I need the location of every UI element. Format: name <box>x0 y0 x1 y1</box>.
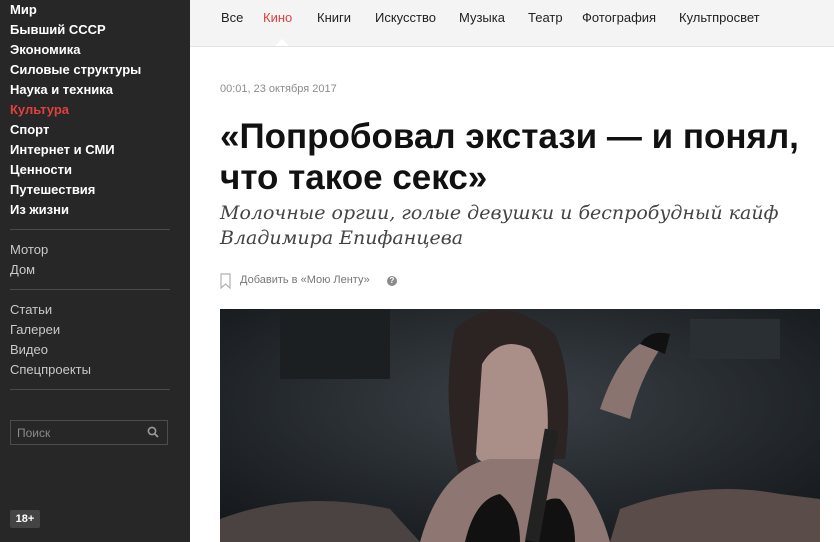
sidebar-item-culture[interactable]: Культура <box>10 100 141 120</box>
sidebar-divider <box>10 389 170 390</box>
search-icon[interactable] <box>147 426 159 438</box>
sidebar-item-values[interactable]: Ценности <box>10 160 141 180</box>
sidebar-item-ussr[interactable]: Бывший СССР <box>10 20 141 40</box>
tab-theatre[interactable]: Театр <box>528 0 563 36</box>
tab-cinema[interactable]: Кино <box>263 0 292 36</box>
sidebar-item-sport[interactable]: Спорт <box>10 120 141 140</box>
bookmark-icon <box>220 273 231 289</box>
sidebar-item-video[interactable]: Видео <box>10 340 91 360</box>
sidebar-divider <box>10 289 170 290</box>
article-photo <box>220 309 820 542</box>
tab-photo[interactable]: Фотография <box>582 0 656 36</box>
sidebar-divider <box>10 229 170 230</box>
tab-all[interactable]: Все <box>221 0 243 36</box>
sidebar-item-life[interactable]: Из жизни <box>10 200 141 220</box>
sidebar-item-motor[interactable]: Мотор <box>10 240 48 260</box>
sidebar-item-internet[interactable]: Интернет и СМИ <box>10 140 141 160</box>
sidebar-item-specials[interactable]: Спецпроекты <box>10 360 91 380</box>
search-input[interactable] <box>11 421 147 444</box>
tab-art[interactable]: Искусство <box>375 0 436 36</box>
sidebar-item-security[interactable]: Силовые структуры <box>10 60 141 80</box>
article-subtitle: Молочные оргии, голые девушки и беспробу… <box>220 202 779 249</box>
sidebar-item-articles[interactable]: Статьи <box>10 300 91 320</box>
sidebar: Мир Бывший СССР Экономика Силовые структ… <box>0 0 190 542</box>
article-title: «Попробовал экстази — и понял, что такое… <box>220 117 799 197</box>
sidebar-sections: Мир Бывший СССР Экономика Силовые структ… <box>10 0 141 220</box>
add-to-feed-label: Добавить в «Мою Ленту» <box>240 274 370 286</box>
search-box <box>10 420 168 445</box>
article-photo-image <box>220 309 820 542</box>
tab-books[interactable]: Книги <box>317 0 351 36</box>
sidebar-item-travel[interactable]: Путешествия <box>10 180 141 200</box>
help-icon[interactable]: ? <box>387 276 397 286</box>
tab-music[interactable]: Музыка <box>459 0 505 36</box>
tab-kultprosvet[interactable]: Культпросвет <box>679 0 760 36</box>
sidebar-item-science[interactable]: Наука и техника <box>10 80 141 100</box>
sidebar-formats: Статьи Галереи Видео Спецпроекты <box>10 300 91 380</box>
sidebar-item-home[interactable]: Дом <box>10 260 48 280</box>
sidebar-item-galleries[interactable]: Галереи <box>10 320 91 340</box>
sidebar-item-economy[interactable]: Экономика <box>10 40 141 60</box>
age-rating-badge: 18+ <box>10 510 40 528</box>
active-tab-pointer <box>275 39 289 46</box>
rubric-nav: Все Кино Книги Искусство Музыка Театр Фо… <box>190 0 834 47</box>
sidebar-item-mir[interactable]: Мир <box>10 0 141 20</box>
sidebar-extras: Мотор Дом <box>10 240 48 280</box>
article-date: 00:01, 23 октября 2017 <box>220 83 337 95</box>
